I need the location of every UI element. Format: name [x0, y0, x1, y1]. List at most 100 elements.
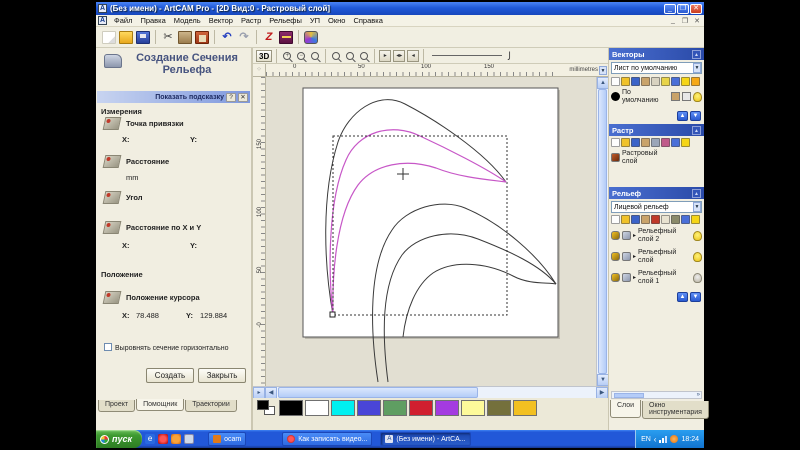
paint-raster-icon[interactable] [661, 138, 670, 147]
slider-handle[interactable]: Ϳ [508, 50, 511, 61]
relief-combo[interactable]: Лицевой рельеф ▼ [611, 201, 702, 213]
zoom-in-icon[interactable]: + [283, 52, 291, 60]
taskbar-item-artcam[interactable]: A (Без имени) - ArtCA... [380, 432, 470, 446]
toggle-visibility-icon[interactable] [681, 77, 690, 86]
swatch-red[interactable] [409, 400, 433, 416]
taskbar-item-video[interactable]: Как записать видео... [282, 432, 372, 446]
copy-icon[interactable] [178, 31, 192, 44]
show-hint-label[interactable]: Показать подсказку [155, 94, 224, 101]
script-icon[interactable]: Z [262, 31, 276, 44]
mdi-restore-button[interactable]: ❐ [680, 17, 690, 25]
align-horizontal-checkbox[interactable] [104, 343, 112, 351]
alert-tray-icon[interactable] [670, 435, 678, 443]
language-indicator[interactable]: EN [641, 436, 651, 443]
snap-toggle-2[interactable]: ◂▸ [393, 50, 405, 62]
raster-visibility-icon[interactable] [681, 138, 690, 147]
new-relief-icon[interactable] [611, 215, 620, 224]
restore-button[interactable]: ❐ [677, 4, 689, 14]
smooth-relief-icon[interactable] [651, 215, 660, 224]
swatch-green[interactable] [383, 400, 407, 416]
show-desktop-icon[interactable] [184, 434, 194, 444]
collapse-relief-icon[interactable]: ▲ [692, 189, 701, 198]
tab-layers[interactable]: Слои [610, 400, 641, 418]
menu-vector[interactable]: Вектор [205, 16, 237, 25]
snap-toggle-3[interactable]: ◂ [407, 50, 419, 62]
snap-sheet-icon[interactable] [661, 77, 670, 86]
open-relief-icon[interactable] [621, 215, 630, 224]
vscroll-thumb[interactable] [598, 89, 607, 374]
delete-raster-icon[interactable] [671, 138, 680, 147]
combo-dropdown-icon[interactable]: ▼ [693, 202, 701, 212]
close-button[interactable]: ✕ [690, 4, 702, 14]
paste-icon[interactable] [195, 31, 209, 44]
layer-color-dot[interactable] [611, 92, 620, 101]
move-down-icon[interactable]: ▼ [690, 292, 701, 302]
panel-scroll-right-icon[interactable]: » [697, 392, 701, 398]
relief-layer-item[interactable]: ▸ Рельефный слой 2 [609, 227, 704, 244]
zoom-out-icon[interactable]: − [297, 52, 305, 60]
collapse-vectors-icon[interactable]: ▲ [692, 50, 701, 59]
menu-model[interactable]: Модель [170, 16, 205, 25]
save-icon[interactable] [136, 31, 150, 44]
swatch-gold[interactable] [513, 400, 537, 416]
undo-icon[interactable]: ↶ [220, 31, 234, 44]
zoom-1to1-icon[interactable] [311, 52, 319, 60]
units-dropdown-icon[interactable]: ▼ [599, 66, 607, 75]
hide-icons-chevron-icon[interactable]: ‹ [654, 435, 657, 444]
zoom-object-icon[interactable] [332, 52, 340, 60]
swatch-cyan[interactable] [331, 400, 355, 416]
zoom-selection-icon[interactable] [360, 52, 368, 60]
visibility-bulb-off-icon[interactable] [693, 273, 702, 283]
open-raster-icon[interactable] [621, 138, 630, 147]
ruler-corner[interactable]: ⁘ [253, 64, 266, 76]
drawing-canvas[interactable] [266, 77, 596, 386]
select-raster-icon[interactable] [641, 138, 650, 147]
menu-window[interactable]: Окно [324, 16, 349, 25]
calc-relief-icon[interactable] [671, 215, 680, 224]
new-raster-icon[interactable] [611, 138, 620, 147]
delete-sheet-icon[interactable] [671, 77, 680, 86]
title-bar[interactable]: A (Без имени) - ArtCAM Pro - [2D Вид:0 -… [96, 2, 704, 15]
horizontal-scrollbar[interactable]: ▸ ◀ ▶ [253, 386, 608, 398]
save-raster-icon[interactable] [631, 138, 640, 147]
new-sheet-icon[interactable] [611, 77, 620, 86]
close-panel-button[interactable]: ✕ [238, 93, 248, 102]
network-signal-icon[interactable] [659, 435, 667, 443]
vector-sheet-combo[interactable]: Лист по умолчанию ▼ [611, 62, 702, 74]
visibility-bulb-icon[interactable] [693, 92, 702, 102]
copy-raster-icon[interactable] [651, 138, 660, 147]
cut-icon[interactable]: ✂ [161, 31, 175, 44]
hscroll-thumb[interactable] [278, 387, 478, 398]
opacity-slider[interactable] [432, 55, 502, 56]
collapse-raster-icon[interactable]: ▲ [692, 126, 701, 135]
anchor-handle[interactable] [330, 312, 335, 317]
tab-assistant[interactable]: Помощник [136, 399, 184, 411]
tab-project[interactable]: Проект [98, 400, 135, 412]
move-up-icon[interactable]: ▲ [677, 292, 688, 302]
open-icon[interactable] [119, 31, 133, 44]
select-relief-icon[interactable] [641, 215, 650, 224]
artcam-tool-icon[interactable] [304, 31, 318, 44]
help-button[interactable]: ? [226, 93, 236, 102]
swatch-black[interactable] [279, 400, 303, 416]
switch-3d-button[interactable]: 3D [256, 50, 272, 62]
edit-color-icon[interactable] [682, 92, 691, 101]
move-down-icon[interactable]: ▼ [690, 111, 701, 121]
sheet-relief-icon[interactable] [661, 215, 670, 224]
swatch-white[interactable] [305, 400, 329, 416]
relief-visibility-icon[interactable] [691, 215, 700, 224]
start-button[interactable]: пуск [96, 430, 142, 448]
firefox-quicklaunch-icon[interactable] [171, 434, 181, 444]
open-sheet-icon[interactable] [621, 77, 630, 86]
mdi-minimize-button[interactable]: _ [668, 17, 678, 25]
menu-reliefs[interactable]: Рельефы [265, 16, 306, 25]
panel-scrollbar[interactable]: » [611, 391, 702, 399]
tab-toolbox[interactable]: Окно инструментария [642, 401, 709, 419]
swatch-light-yellow[interactable] [461, 400, 485, 416]
expand-arrow-icon[interactable]: ▸ [633, 274, 636, 281]
delete-relief-icon[interactable] [681, 215, 690, 224]
merge-sheet-icon[interactable] [651, 77, 660, 86]
recorder-quicklaunch-icon[interactable] [158, 434, 168, 444]
close-dialog-button[interactable]: Закрыть [198, 368, 246, 383]
menu-file[interactable]: Файл [110, 16, 136, 25]
